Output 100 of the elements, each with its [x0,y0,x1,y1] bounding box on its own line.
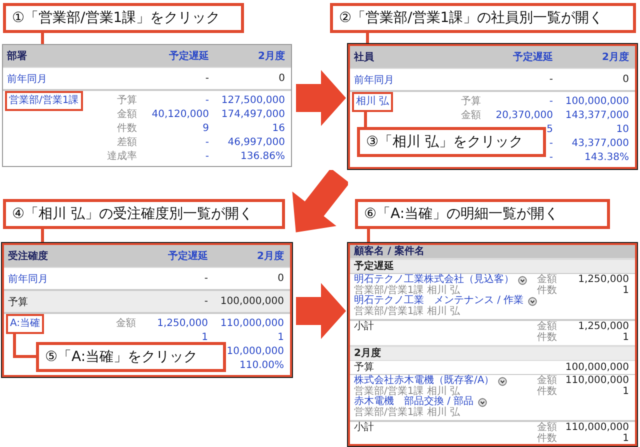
table-cell-text: 1 [622,386,629,397]
row-link[interactable]: 相川 弘 [354,94,392,110]
table-cell: 136.86% [240,150,285,162]
table-cell-text: 110,000,000 [564,376,629,386]
table-cell: 43,377,000 [572,138,629,148]
column-header: 予定遅延 [512,50,553,64]
table-cell-text: 110,000,000 [564,423,629,434]
table-cell: - [205,94,209,106]
table-cell: 1 [202,332,208,342]
table-cell: 0 [278,73,285,84]
metric-label: 金額 [116,108,137,121]
metric-label: 金額 [537,423,557,433]
table-cell: 100,000,000 [565,361,629,374]
table-cell: 40,120,000 [152,108,209,120]
table-cell: 100,000,000 [220,296,284,307]
table-cell: 100,000,000 [565,96,629,106]
leader-line [13,333,37,359]
owner-label: 営業部/営業1課 相川 弘 [354,286,462,296]
row-label: 小計 [354,423,374,434]
table-cell-text: 1,250,000 [577,322,629,332]
column-header: 2月度 [601,50,629,64]
column-header: 2月度 [257,49,285,63]
expand-icon[interactable] [518,276,527,285]
metric-label: 予算 [116,94,137,107]
table-cell: - [549,152,553,162]
row-link[interactable]: 前年同月 [354,72,481,86]
callout: ③「相川 弘」をクリック [357,127,546,157]
owner-label: 営業部/営業1課 相川 弘 [354,306,462,317]
table-cell: 110,000,000 [220,318,284,328]
callout: ④「相川 弘」の受注確度別一覧が開く [3,199,285,229]
section-label: 予定遅延 [354,261,394,272]
table-cell: 127,500,000 [221,94,285,106]
expand-icon[interactable] [478,398,487,407]
metric-label: 金額 [460,108,481,122]
table-cell: 10,000,000 [226,346,284,356]
metric-label: 件数 [537,386,557,397]
table-cell: - [204,296,208,307]
metric-label: 件数 [116,122,137,135]
callout: ⑤「A:当確」をクリック [36,342,226,372]
table-cell: 110.00% [240,360,284,370]
metric-label: 件数 [537,332,557,343]
table-cell: 1 [278,332,284,342]
row-link[interactable]: 営業部/営業1課 [7,93,81,109]
row-link[interactable]: A:当確 [8,316,42,332]
column-header: 予定遅延 [168,49,209,63]
table-cell: - [549,74,553,85]
table-cell: 16 [272,122,285,134]
table-cell: 174,497,000 [221,108,285,120]
table-cell-text: 1 [622,332,629,343]
row-label: 予算 [354,361,374,374]
row-link[interactable]: 前年同月 [7,72,137,86]
row-link[interactable]: 前年同月 [8,272,136,286]
row-label: 小計 [354,322,374,332]
metric-label: 金額 [115,316,136,330]
column-header: 部署 [7,50,28,63]
table-cell: 0 [278,273,284,284]
metric-label: 差額 [116,136,137,149]
table-cell: 5 [546,124,553,134]
section-label: 2月度 [354,348,381,359]
table-cell: - [205,136,209,148]
deal-link[interactable]: 株式会社赤木電機（既存客/A） [354,376,494,386]
metric-label: 金額 [537,376,557,386]
table-cell: 10 [616,124,629,134]
deal-link[interactable]: 赤木電機 部品交換 / 部品 [354,397,474,408]
owner-label: 営業部/営業1課 相川 弘 [354,408,462,418]
table-cell-text: 1,250,000 [577,275,629,286]
column-header: 社員 [354,50,375,64]
metric-label: 金額 [537,322,557,332]
table-cell: 143.38% [584,152,629,162]
owner-label: 営業部/営業1課 相川 弘 [354,386,460,396]
table-cell: 46,997,000 [228,136,285,148]
table-cell: 1,250,000 [157,318,208,328]
table-cell: 9 [202,122,209,134]
deal-link[interactable]: 明石テクノ工業株式会社（見込客） [354,275,514,286]
column-header: 顧客名 / 案件名 [354,246,425,257]
metric-label: 達成率 [106,150,137,163]
expand-icon[interactable] [498,376,508,386]
table-cell: 143,377,000 [565,110,629,120]
metric-label: 金額 [537,275,557,285]
metric-label: 件数 [537,434,557,444]
callout: ②「営業部/営業1課」の社員別一覧が開く [330,3,636,33]
row-label: 予算 [8,296,29,308]
column-header: 受注確度 [8,249,49,263]
table-cell-text: 1 [622,434,629,444]
table-cell: - [205,150,209,162]
table-cell: 20,370,000 [496,110,553,120]
metric-label: 予算 [460,95,481,108]
callout: ①「営業部/営業1課」をクリック [3,3,244,33]
deal-link[interactable]: 明石テクノ工業 メンテナンス / 作業 [354,296,524,306]
metric-label: 件数 [537,286,557,296]
table-cell: - [204,273,208,284]
column-header: 2月度 [256,249,284,263]
table-cell: - [205,73,209,84]
callout: ⑥「A:当確」の明細一覧が開く [355,199,610,229]
expand-icon[interactable] [528,296,537,306]
table-cell: - [549,96,553,106]
table-cell: 0 [622,74,629,85]
table-cell-text: 1 [622,286,629,296]
column-header: 予定遅延 [167,249,208,263]
table-cell: - [549,138,553,148]
